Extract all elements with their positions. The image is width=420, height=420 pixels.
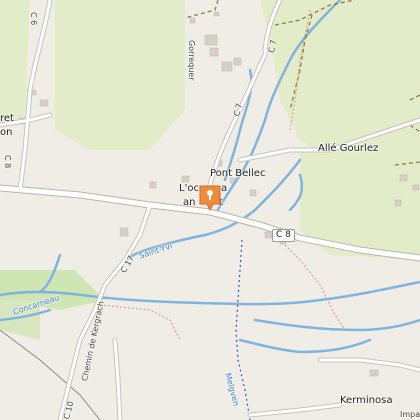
place-label-alle-gourlez: Allé Gourlez: [318, 143, 379, 154]
place-label-kerminosa: Kerminosa: [340, 395, 393, 406]
road-shield-c8: C 8: [272, 229, 295, 242]
road-label-c8-left: C 8: [3, 155, 12, 169]
place-label-l-oc: L'oc: [179, 183, 199, 194]
place-label-impa: Impa: [400, 410, 420, 419]
place-label-pont-bellec: Pont Bellec: [210, 168, 266, 179]
location-marker[interactable]: [198, 184, 222, 212]
map-view[interactable]: Pont Bellec Allé Gourlez Kerminosa Gorre…: [0, 0, 420, 420]
road-label-c6: C 6: [29, 12, 38, 26]
place-label-an: an: [183, 197, 196, 208]
place-label-gorrequer: Gorrequer: [187, 40, 196, 81]
map-pin-icon: [199, 185, 221, 212]
forest-area: [55, 0, 185, 150]
place-label-on: on: [0, 127, 13, 138]
place-label-ret: ret: [0, 113, 14, 124]
